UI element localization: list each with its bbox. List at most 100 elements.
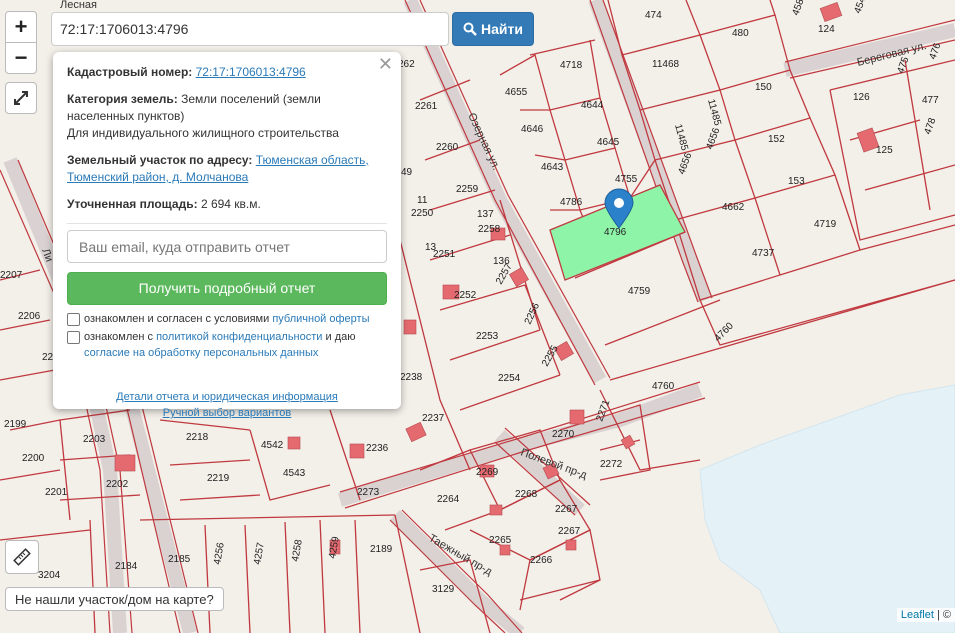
plot-number-label: 2266 <box>530 555 553 566</box>
plot-number-label: 137 <box>477 209 494 220</box>
agree-offer-text: ознакомлен и согласен с условиями публич… <box>84 313 370 325</box>
ruler-button[interactable] <box>5 540 39 574</box>
plot-number-label: 4755 <box>615 174 638 185</box>
plot-number-label: 2273 <box>357 487 380 498</box>
plot-number-label: 2270 <box>552 429 575 440</box>
plot-number-label: 2218 <box>186 432 209 443</box>
plot-number-label: 124 <box>818 24 835 35</box>
plot-number-label: 2189 <box>370 544 393 555</box>
plot-number-label: 2238 <box>400 372 423 383</box>
plot-number-label: 480 <box>732 28 749 39</box>
email-input[interactable] <box>67 230 387 263</box>
ruler-icon <box>13 548 31 566</box>
plot-number-label: 477 <box>922 95 939 106</box>
search-icon <box>463 22 477 36</box>
search-button[interactable]: Найти <box>452 12 534 46</box>
plot-number-label: 153 <box>788 176 805 187</box>
parcel-popup: ✕ Кадастровый номер: 72:17:1706013:4796 … <box>53 52 401 419</box>
cadastral-label: Кадастровый номер: <box>67 65 193 79</box>
plot-number-label: 2269 <box>476 467 499 478</box>
plot-number-label: 4645 <box>597 137 620 148</box>
zoom-in-button[interactable]: + <box>5 11 37 43</box>
plot-number-label: 2236 <box>366 443 389 454</box>
close-icon[interactable]: ✕ <box>378 55 393 73</box>
plot-number-label: 2261 <box>415 101 438 112</box>
plot-number-label: 49 <box>401 167 413 178</box>
search-button-label: Найти <box>481 21 523 37</box>
plot-number-label: 2201 <box>45 487 68 498</box>
leaflet-link[interactable]: Leaflet <box>901 609 934 621</box>
plot-number-label: 3204 <box>38 570 61 581</box>
plot-number-label: 2202 <box>106 479 129 490</box>
area-row: Уточненная площадь: 2 694 кв.м. <box>67 196 387 213</box>
agree-offer-row: ознакомлен и согласен с условиями публич… <box>67 311 387 327</box>
street-label: Лесная <box>60 0 97 11</box>
plot-number-label: 4737 <box>752 248 775 259</box>
agree-privacy-text: ознакомлен с политикой конфиденциальност… <box>84 331 356 359</box>
expand-icon <box>14 91 28 105</box>
consent-link[interactable]: согласие на обработку персональных данны… <box>84 347 318 359</box>
plot-number-label: 4543 <box>283 468 306 479</box>
plot-number-label: 11 <box>417 195 428 206</box>
area-value: 2 694 кв.м. <box>200 197 261 211</box>
usage-value: Для индивидуального жилищного строительс… <box>67 126 339 140</box>
fullscreen-button[interactable] <box>5 82 37 114</box>
offer-link[interactable]: публичной оферты <box>272 313 369 325</box>
cadastral-row: Кадастровый номер: 72:17:1706013:4796 <box>67 64 387 81</box>
manual-select-link[interactable]: Ручной выбор вариантов <box>67 405 387 421</box>
attribution: Leaflet | © <box>896 608 955 622</box>
address-row: Земельный участок по адресу: Тюменская о… <box>67 152 387 186</box>
plot-number-label: 2267 <box>558 526 581 537</box>
plot-number-label: 2268 <box>515 489 538 500</box>
zoom-out-button[interactable]: − <box>5 42 37 74</box>
plot-number-label: 4759 <box>628 286 651 297</box>
plot-number-label: 4786 <box>560 197 583 208</box>
plot-number-label: 22 <box>42 352 54 363</box>
plot-number-label: 2258 <box>478 224 501 235</box>
plot-number-label: 4644 <box>581 100 604 111</box>
plot-number-label: 152 <box>768 134 785 145</box>
search-input[interactable] <box>51 12 449 46</box>
plot-number-label: 2272 <box>600 459 623 470</box>
agree-privacy-row: ознакомлен с политикой конфиденциальност… <box>67 329 387 361</box>
plot-number-label: 2219 <box>207 473 230 484</box>
plot-number-label: 126 <box>853 92 870 103</box>
area-label: Уточненная площадь: <box>67 197 198 211</box>
plot-number-label: 474 <box>645 10 662 21</box>
plot-number-label: 4760 <box>652 381 675 392</box>
plot-number-label: 4718 <box>560 60 583 71</box>
plot-number-label: 2265 <box>489 535 512 546</box>
privacy-link[interactable]: политикой конфиденциальности <box>156 331 322 343</box>
plot-number-label: 2253 <box>476 331 499 342</box>
plot-number-label: 2252 <box>454 290 477 301</box>
agree-privacy-checkbox[interactable] <box>67 331 80 344</box>
plot-number-label: 2237 <box>422 413 445 424</box>
plot-number-label: 4719 <box>814 219 837 230</box>
plot-number-label: 4646 <box>521 124 544 135</box>
plot-number-label: 2207 <box>0 270 23 281</box>
plot-number-label: 4655 <box>505 87 528 98</box>
agree-offer-checkbox[interactable] <box>67 313 80 326</box>
plot-number-label: 2259 <box>456 184 479 195</box>
plot-number-label: 2264 <box>437 494 460 505</box>
plot-number-label: 2251 <box>433 249 456 260</box>
plot-number-label: 2185 <box>168 554 191 565</box>
plot-number-label: 2260 <box>436 142 459 153</box>
plot-number-label: 2200 <box>22 453 45 464</box>
plot-number-label: 11468 <box>652 59 680 70</box>
plot-number-label: 4796 <box>604 227 627 238</box>
plot-number-label: 125 <box>876 145 893 156</box>
category-row: Категория земель: Земли поселений (земли… <box>67 91 387 142</box>
cadastral-link[interactable]: 72:17:1706013:4796 <box>196 65 306 79</box>
divider <box>67 223 387 224</box>
plot-number-label: 2250 <box>411 208 434 219</box>
details-link[interactable]: Детали отчета и юридическая информация <box>67 389 387 405</box>
plot-number-label: 150 <box>755 82 772 93</box>
plot-number-label: 2267 <box>555 504 578 515</box>
get-report-button[interactable]: Получить подробный отчет <box>67 272 387 305</box>
plot-number-label: 4542 <box>261 440 284 451</box>
plot-number-label: 4643 <box>541 162 564 173</box>
plot-number-label: 2184 <box>115 561 138 572</box>
not-found-button[interactable]: Не нашли участок/дом на карте? <box>5 587 224 611</box>
plot-number-label: 4662 <box>722 202 745 213</box>
